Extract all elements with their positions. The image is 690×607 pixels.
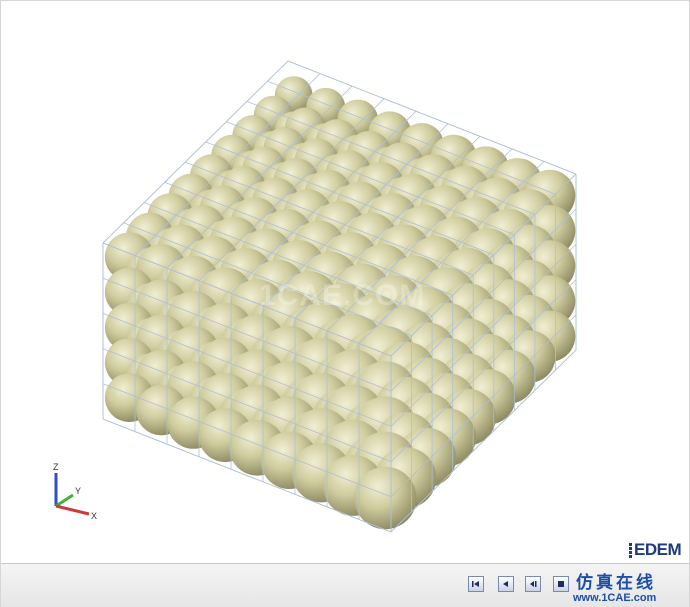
axis-triad: Z Y X bbox=[53, 462, 97, 521]
x-axis-label: X bbox=[91, 511, 97, 521]
play-reverse-button[interactable] bbox=[525, 576, 541, 592]
z-axis-label: Z bbox=[53, 462, 59, 472]
edem-logo: EDEM bbox=[629, 540, 682, 559]
watermark: 1CAE.COM bbox=[259, 279, 426, 312]
logo-bars bbox=[629, 542, 632, 558]
previous-frame-button[interactable] bbox=[498, 576, 514, 592]
y-axis-label: Y bbox=[75, 486, 81, 496]
step-back-icon bbox=[503, 581, 508, 587]
play-reverse-icon bbox=[530, 581, 537, 587]
stop-icon bbox=[558, 581, 564, 587]
stop-button[interactable] bbox=[553, 576, 569, 592]
brand-url-text: www.1CAE.com bbox=[573, 592, 657, 604]
particle bbox=[354, 466, 417, 530]
brand-chinese-text: 仿真在线 bbox=[576, 573, 656, 593]
x-axis-line bbox=[55, 504, 90, 516]
first-frame-button[interactable] bbox=[468, 576, 484, 592]
y-axis-line bbox=[55, 493, 74, 508]
viewer-window: Z Y X 1CAE.COM EDEM 仿真在线 www.1CAE.com bbox=[0, 0, 690, 607]
skip-to-start-icon bbox=[472, 581, 479, 587]
edem-logo-text: EDEM bbox=[634, 540, 682, 559]
